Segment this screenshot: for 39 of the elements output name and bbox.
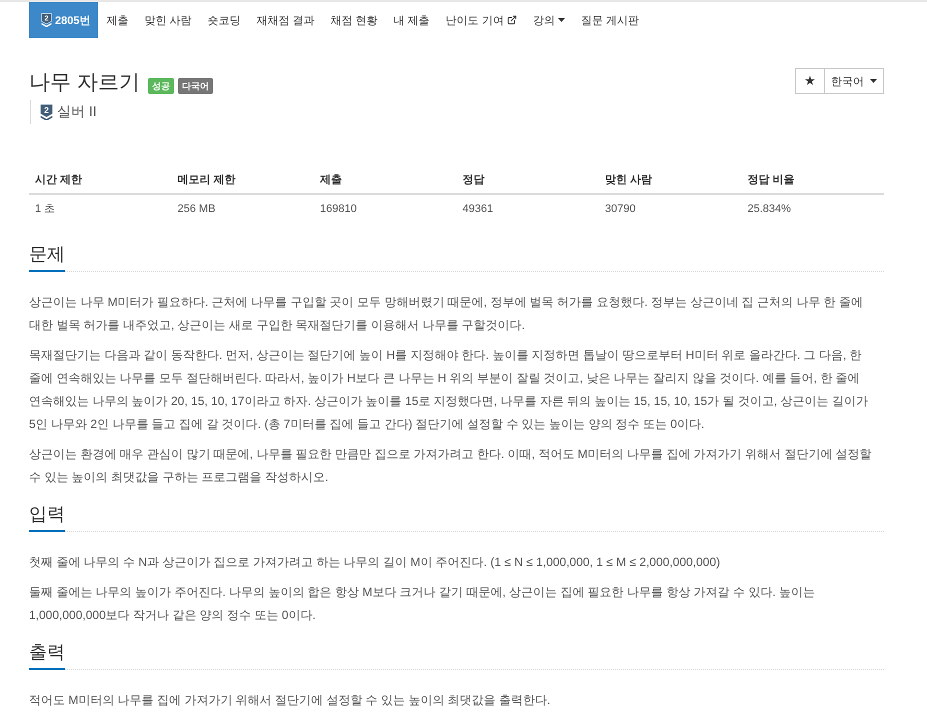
nav-tab[interactable]: 맞힌 사람: [136, 2, 200, 38]
external-link-icon: [506, 15, 517, 25]
problem-title: 나무 자르기: [29, 70, 140, 96]
column-header: 정답 비율: [742, 166, 884, 194]
table-cell: 49361: [456, 194, 599, 222]
paragraph: 적어도 M미터의 나무를 집에 가져가기 위해서 절단기에 설정할 수 있는 높이의 최댓값을 출력한다.: [29, 692, 552, 709]
star-button[interactable]: ★: [795, 68, 825, 94]
nav-tab[interactable]: 재채점 결과: [248, 2, 323, 38]
nav-tab[interactable]: 채점 현황: [322, 2, 386, 38]
paragraph: 첫째 줄에 나무의 수 N과 상근이가 집으로 가져가려고 하는 나무의 길이 M이 주어진다. (1 ≤ N ≤ 1,000,000, 1 ≤ M ≤ 2,000,000,000): [29, 554, 722, 571]
nav-tab[interactable]: 강의: [524, 2, 573, 38]
table-cell: 1 초: [29, 194, 172, 222]
language-dropdown[interactable]: 한국어: [825, 68, 884, 94]
paragraph: 상근이는 환경에 매우 관심이 많기 때문에, 나무를 필요한 만큼만 집으로 가져가려고 한다. 이때, 적어도 M미터의 나무를 집에 가져가기 위해서 절단기에 설정할 수 있는 높이의 최댓값을 구하는 프로그램을 작성하시오.: [29, 446, 873, 486]
caret-icon: [870, 79, 877, 83]
nav-tab[interactable]: 숏코딩: [200, 2, 249, 38]
column-header: 정답: [456, 166, 599, 194]
nav-tab[interactable]: 질문 게시판: [572, 2, 647, 38]
caret-icon: [558, 18, 565, 22]
status-label: 성공: [148, 78, 174, 94]
nav-tab[interactable]: 제출: [98, 2, 136, 38]
status-label: 다국어: [178, 78, 213, 94]
nav-tab[interactable]: 난이도 기여: [438, 2, 525, 38]
table-cell: 25.834%: [742, 194, 884, 222]
nav-tab[interactable]: 내 제출: [386, 2, 438, 38]
section-heading: 입력: [29, 496, 65, 532]
table-cell: 169810: [314, 194, 456, 222]
column-header: 시간 제한: [29, 166, 172, 194]
tier-label: 실버 II: [57, 103, 97, 121]
section-heading: 문제: [29, 236, 65, 272]
table-cell: 256 MB: [172, 194, 314, 222]
column-header: 제출: [314, 166, 456, 194]
table-cell: 30790: [599, 194, 742, 222]
column-header: 메모리 제한: [172, 166, 314, 194]
section-heading: 출력: [29, 634, 65, 670]
column-header: 맞힌 사람: [599, 166, 742, 194]
paragraph: 둘째 줄에는 나무의 높이가 주어진다. 나무의 높이의 합은 항상 M보다 크거나 같기 때문에, 상근이는 집에 필요한 나무를 항상 가져갈 수 있다. 높이는 1,000,000,000보다 작거나 같은 양의 정수 또는 0이다.: [29, 584, 816, 624]
paragraph: 상근이는 나무 M미터가 필요하다. 근처에 나무를 구입할 곳이 모두 망해버렸기 때문에, 정부에 벌목 허가를 요청했다. 정부는 상근이네 집 근처의 나무 한 줄에 대한 벌목 허가를 내주었고, 상근이는 새로 구입한 목재절단기를 이용해서 나무를 구할것이다.: [29, 294, 864, 334]
paragraph: 목재절단기는 다음과 같이 동작한다. 먼저, 상근이는 절단기에 높이 H를 지정해야 한다. 높이를 지정하면 톱날이 땅으로부터 H미터 위로 올라간다. 그 다음, 한 줄에 연속해있는 나무를 모두 절단해버린다. 따라서, 높이가 H보다 큰 나무는 H 위의 부분이 잘릴 것이고, 낮은 나무는 잘리지 않을 것이다. 예를 들어, 한 줄에 연속해있는 나무의 높이가 20, 15, 10, 17이라고 하자. 상근이가 높이를 15로 지정했다면, 나무를 자른 뒤의 높이는 15, 15, 10, 15가 될 것이고, 상근이는 길이가 5인 나무와 2인 나무를 들고 집에 갈 것이다. (총 7미터를 집에 들고 간다) 절단기에 설정할 수 있는 높이는 양의 정수 또는 0이다.: [29, 347, 869, 433]
